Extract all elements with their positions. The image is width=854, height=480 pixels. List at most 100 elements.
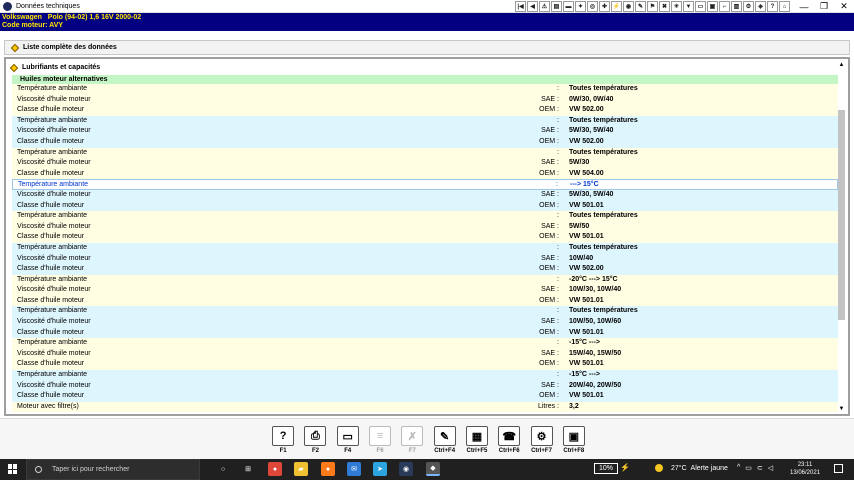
table-row[interactable]: Classe d'huile moteur OEM : VW 501.01	[12, 327, 838, 339]
table-row[interactable]: Viscosité d'huile moteur SAE : 5W/30, 5W/4…	[12, 189, 838, 201]
clock[interactable]: 23:11 13/06/2021	[790, 461, 820, 477]
wheel-icon[interactable]: ◎	[587, 1, 598, 12]
mail-icon[interactable]: ✉	[347, 462, 361, 476]
table-row[interactable]: Température ambiante: -20°C ---> 15°C	[12, 274, 838, 286]
tools-icon[interactable]: ✎	[635, 1, 646, 12]
wrench-icon[interactable]: ✖	[659, 1, 670, 12]
table-row[interactable]: Viscosité d'huile moteur SAE : 5W/30, 5W/4…	[12, 126, 838, 137]
table-row[interactable]: Viscosité d'huile moteur SAE : 0W/30, 0W/4…	[12, 94, 838, 106]
diagnostic-icon[interactable]: ✚	[599, 1, 610, 12]
tray-volume-icon[interactable]: ◁	[768, 464, 773, 472]
bookmark-icon[interactable]: ▼	[683, 1, 694, 12]
table-row[interactable]: Viscosité d'huile moteur SAE : 10W/50, 10W…	[12, 317, 838, 328]
scroll-up-icon[interactable]: ▲	[837, 61, 846, 70]
scroll-down-icon[interactable]: ▼	[837, 405, 846, 414]
tray-network-icon[interactable]: ⊂	[757, 464, 763, 472]
windows-start-icon[interactable]	[8, 464, 18, 474]
table-row[interactable]: Température ambiante: -15°C --->	[12, 338, 838, 349]
search-input[interactable]: Taper ici pour rechercher	[26, 459, 200, 480]
table-row[interactable]: Viscosité d'huile moteur SAE : 20W/40, 20W…	[12, 380, 838, 392]
tray-display-icon[interactable]: ▭	[745, 464, 752, 472]
row-label: Viscosité d'huile moteur	[17, 159, 91, 167]
key-icon[interactable]: ⌐	[719, 1, 730, 12]
file-explorer-icon[interactable]: ▰	[294, 462, 308, 476]
weather-widget[interactable]: 27°C Alerte jaune	[655, 464, 728, 472]
exit-icon[interactable]: ⌂	[779, 1, 790, 12]
table-row[interactable]: Moteur avec filtre(s) Litres : 3,2	[12, 401, 838, 413]
row-value: Toutes températures	[569, 148, 638, 156]
chrome-icon[interactable]: ●	[268, 462, 282, 476]
row-value: Toutes températures	[569, 85, 638, 92]
row-value: 0W/30, 0W/40	[569, 95, 614, 103]
table-row[interactable]: Classe d'huile moteur OEM : VW 502.00	[12, 105, 838, 116]
minimize-icon[interactable]: —	[794, 0, 814, 13]
lightbulb-icon[interactable]: ☀	[671, 1, 682, 12]
steam-icon[interactable]: ◉	[399, 462, 413, 476]
table-row[interactable]: Classe d'huile moteur OEM : VW 501.01	[12, 232, 838, 243]
document-icon[interactable]: ▤	[551, 1, 562, 12]
table-row[interactable]: Viscosité d'huile moteur SAE : 5W/50	[12, 221, 838, 233]
fkey-button-ctrl-f8[interactable]: ▣ Ctrl+F8	[558, 426, 590, 458]
table-row[interactable]: Classe d'huile moteur OEM : VW 501.01	[12, 200, 838, 212]
lubricants-header[interactable]: Lubrifiants et capacités	[9, 62, 100, 73]
task-view-icon[interactable]: ○	[216, 462, 230, 476]
chevron-icon	[10, 43, 20, 52]
warning-icon[interactable]: ⚠	[539, 1, 550, 12]
firefox-icon[interactable]: ●	[321, 462, 335, 476]
row-label: Température ambiante	[17, 148, 88, 156]
settings-icon[interactable]: ⚙	[743, 1, 754, 12]
chart-icon[interactable]: ▥	[731, 1, 742, 12]
network-icon[interactable]: ◈	[755, 1, 766, 12]
widgets-icon[interactable]: ⊞	[241, 462, 255, 476]
table-row[interactable]: Température ambiante: Toutes températures	[12, 211, 838, 222]
maximize-icon[interactable]: ❐	[814, 0, 834, 13]
table-row[interactable]: Classe d'huile moteur OEM : VW 501.01	[12, 295, 838, 307]
electrical-icon[interactable]: ⚡	[611, 1, 622, 12]
comment-icon[interactable]: ▭	[695, 1, 706, 12]
table-row[interactable]: Température ambiante: -15°C --->	[12, 370, 838, 381]
table-row[interactable]: Classe d'huile moteur OEM : VW 501.01	[12, 359, 838, 371]
help-icon[interactable]: ?	[767, 1, 778, 12]
close-icon[interactable]: ✕	[834, 0, 854, 13]
lock-icon[interactable]: ▣	[707, 1, 718, 12]
table-row[interactable]: Température ambiante: ---> 15°C	[12, 179, 838, 190]
fkey-button-ctrl-f6[interactable]: ☎ Ctrl+F6	[493, 426, 525, 458]
table-row[interactable]: Température ambiante: Toutes températures	[12, 115, 838, 127]
car-icon[interactable]: ▬	[563, 1, 574, 12]
table-row[interactable]: Température ambiante: Toutes températures	[12, 84, 838, 95]
table-row[interactable]: Classe d'huile moteur OEM : VW 504.00	[12, 168, 838, 180]
fkey-button-f1[interactable]: ? F1	[267, 426, 299, 458]
table-row[interactable]: Viscosité d'huile moteur SAE : 10W/30, 10W…	[12, 285, 838, 296]
table-row[interactable]: Température ambiante: Toutes températures	[12, 242, 838, 254]
table-row[interactable]: Viscosité d'huile moteur SAE : 10W/40	[12, 253, 838, 265]
tray-expand-icon[interactable]: ^	[737, 464, 740, 472]
fkey-label: Ctrl+F4	[434, 448, 456, 454]
vertical-scrollbar[interactable]: ▲ ▼	[837, 61, 846, 414]
fkey-button-ctrl-f5[interactable]: ▦ Ctrl+F5	[461, 426, 493, 458]
full-data-list-panel[interactable]: Liste complète des données	[4, 40, 850, 55]
fkey-button-f2[interactable]: ⎙ F2	[299, 426, 331, 458]
table-row[interactable]: Température ambiante: Toutes températures	[12, 306, 838, 318]
flag-icon[interactable]: ⚑	[647, 1, 658, 12]
first-page-icon[interactable]: |◀	[515, 1, 526, 12]
table-row[interactable]: Classe d'huile moteur OEM : VW 502.00	[12, 264, 838, 275]
fkey-button-ctrl-f7[interactable]: ⚙ Ctrl+F7	[525, 426, 557, 458]
engine-icon[interactable]: ✦	[575, 1, 586, 12]
table-row[interactable]: Classe d'huile moteur OEM : VW 501.01	[12, 391, 838, 402]
table-row[interactable]: Classe d'huile moteur OEM : VW 502.00	[12, 136, 838, 148]
function-key-bar: ? F1 ⎙ F2 ▭ F4 ≡ F6 ✗ F7 ✎ Ctrl+F4 ▦ Ctrl+F5 ☎ Ctrl+F6 ⚙…	[0, 418, 854, 459]
previous-icon[interactable]: ◀	[527, 1, 538, 12]
battery-indicator[interactable]: 10%	[594, 463, 618, 474]
table-row[interactable]: Viscosité d'huile moteur SAE : 5W/30	[12, 158, 838, 169]
table-row[interactable]: Viscosité d'huile moteur SAE : 15W/40, 15W…	[12, 348, 838, 360]
vehicle-name: Volkswagen Polo (94-02) 1,6 16V 2000-02	[2, 14, 142, 21]
table-row[interactable]: Température ambiante: Toutes températures	[12, 147, 838, 159]
scroll-thumb[interactable]	[838, 110, 845, 320]
fkey-button-ctrl-f4[interactable]: ✎ Ctrl+F4	[428, 426, 460, 458]
full-data-list-label: Liste complète des données	[23, 44, 117, 51]
notification-icon[interactable]	[834, 464, 843, 473]
autodata-icon[interactable]: ◆	[426, 462, 440, 476]
brake-icon[interactable]: ◉	[623, 1, 634, 12]
telegram-icon[interactable]: ➤	[373, 462, 387, 476]
fkey-button-f4[interactable]: ▭ F4	[332, 426, 364, 458]
